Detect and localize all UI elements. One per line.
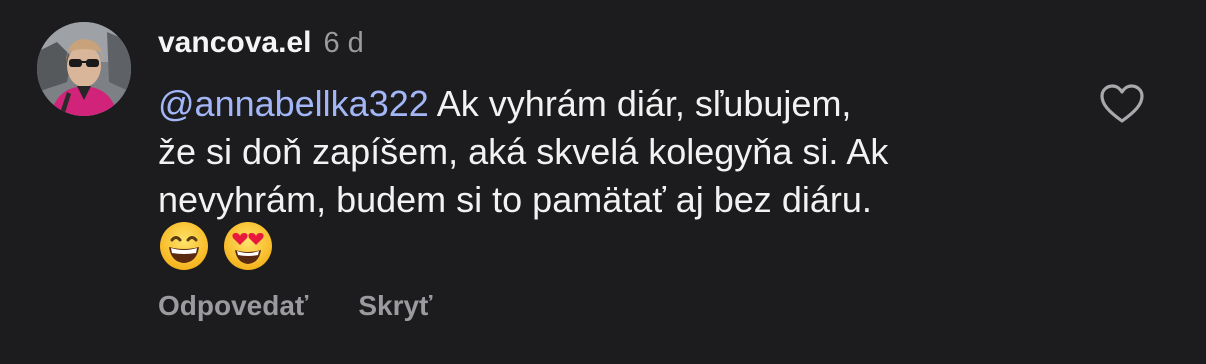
- timestamp: 6 d: [323, 27, 364, 59]
- comment: vancova.el 6 d @annabellka322 Ak vyhrám …: [0, 0, 1206, 364]
- reply-button[interactable]: Odpovedať: [158, 290, 308, 322]
- heart-outline-icon: [1100, 84, 1144, 123]
- comment-header: vancova.el 6 d: [158, 26, 364, 62]
- avatar[interactable]: [37, 22, 131, 116]
- emoji-row: [158, 220, 274, 272]
- comment-line-1: @annabellka322 Ak vyhrám diár, sľubujem,: [158, 80, 1058, 128]
- mention-link[interactable]: @annabellka322: [158, 83, 429, 124]
- username[interactable]: vancova.el: [158, 26, 311, 60]
- hide-button[interactable]: Skryť: [358, 290, 432, 322]
- comment-text-part-1: Ak vyhrám diár, sľubujem,: [428, 83, 852, 124]
- comment-line-2: že si doň zapíšem, aká skvelá kolegyňa s…: [158, 131, 889, 172]
- avatar-photo: [37, 22, 131, 116]
- smiling-face-with-heart-eyes-icon: [222, 220, 274, 272]
- like-button[interactable]: [1098, 80, 1146, 128]
- comment-actions: Odpovedať Skryť: [158, 290, 432, 322]
- comment-text: @annabellka322 Ak vyhrám diár, sľubujem,…: [158, 80, 1058, 224]
- comment-line-3: nevyhrám, budem si to pamätať aj bez diá…: [158, 179, 872, 220]
- grinning-face-with-smiling-eyes-icon: [158, 220, 210, 272]
